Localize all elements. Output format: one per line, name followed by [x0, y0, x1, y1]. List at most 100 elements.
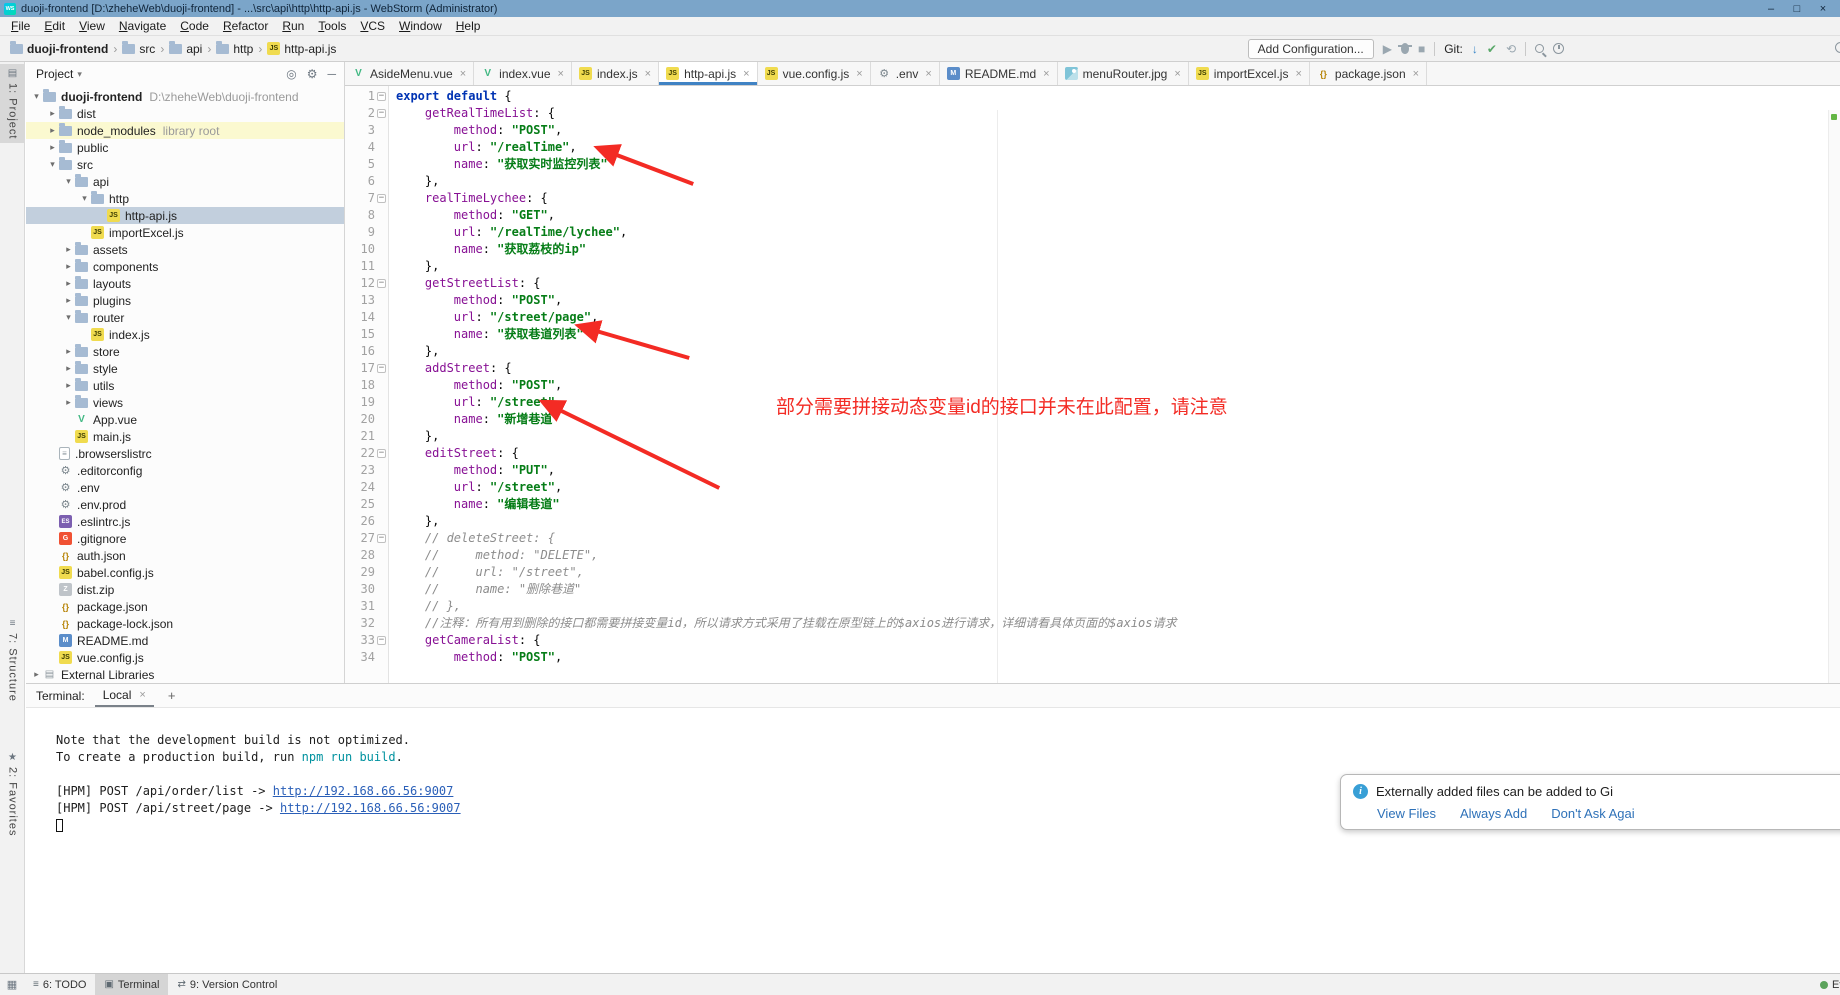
tree-item-duoji-frontend[interactable]: ▾duoji-frontendD:\zheheWeb\duoji-fronten…: [26, 88, 344, 105]
tool-button-project[interactable]: ▤ 1: Project: [0, 64, 25, 143]
chevron-expanded-icon[interactable]: ▾: [62, 312, 75, 323]
editor-body[interactable]: 1−2−34567−89101112−1314151617−1819202122…: [345, 86, 1840, 683]
tree-item-components[interactable]: ▸components: [26, 258, 344, 275]
breadcrumb-item-http[interactable]: http: [214, 42, 255, 56]
fold-marker[interactable]: −: [375, 449, 388, 458]
hide-panel-icon[interactable]: ─: [327, 67, 336, 81]
tab-close-icon[interactable]: ×: [925, 68, 931, 80]
tree-item-api[interactable]: ▾api: [26, 173, 344, 190]
tree-item-gitignore[interactable]: .gitignore: [26, 530, 344, 547]
new-terminal-session-button[interactable]: +: [164, 688, 180, 703]
tree-item-src[interactable]: ▾src: [26, 156, 344, 173]
menu-item-file[interactable]: File: [4, 18, 37, 34]
editor-tab-http-api-js[interactable]: http-api.js×: [659, 62, 757, 85]
locate-file-icon[interactable]: ◎: [286, 67, 296, 81]
fold-minus-icon[interactable]: −: [377, 534, 386, 543]
menu-item-help[interactable]: Help: [449, 18, 488, 34]
fold-marker[interactable]: −: [375, 92, 388, 101]
tree-item-layouts[interactable]: ▸layouts: [26, 275, 344, 292]
menu-item-refactor[interactable]: Refactor: [216, 18, 275, 34]
fold-minus-icon[interactable]: −: [377, 636, 386, 645]
tree-item-package-lock-json[interactable]: package-lock.json: [26, 615, 344, 632]
maximize-button[interactable]: □: [1784, 3, 1810, 15]
menu-item-tools[interactable]: Tools: [311, 18, 353, 34]
recent-files-icon[interactable]: [1553, 43, 1564, 54]
chevron-collapsed-icon[interactable]: ▸: [46, 108, 59, 119]
chevron-expanded-icon[interactable]: ▾: [30, 91, 43, 102]
editor-scroll-stripe[interactable]: [1828, 110, 1840, 683]
tree-item-package-json[interactable]: package.json: [26, 598, 344, 615]
menu-item-navigate[interactable]: Navigate: [112, 18, 173, 34]
editor-tab-vue-config-js[interactable]: vue.config.js×: [758, 62, 871, 85]
fold-marker[interactable]: −: [375, 109, 388, 118]
fold-minus-icon[interactable]: −: [377, 194, 386, 203]
tree-item-browserslistrc[interactable]: .browserslistrc: [26, 445, 344, 462]
tree-item-store[interactable]: ▸store: [26, 343, 344, 360]
editor-tab-readme-md[interactable]: README.md×: [940, 62, 1058, 85]
git-commit-icon[interactable]: ✔: [1487, 43, 1497, 55]
editor-tab-importexcel-js[interactable]: importExcel.js×: [1189, 62, 1310, 85]
git-rollback-icon[interactable]: ⟲: [1506, 43, 1516, 55]
tab-close-icon[interactable]: ×: [1174, 68, 1180, 80]
notification-action-always-add[interactable]: Always Add: [1460, 806, 1527, 821]
chevron-collapsed-icon[interactable]: ▸: [62, 346, 75, 357]
chevron-expanded-icon[interactable]: ▾: [78, 193, 91, 204]
menu-item-run[interactable]: Run: [275, 18, 311, 34]
editor-tab-index-vue[interactable]: index.vue×: [474, 62, 572, 85]
settings-edge-icon[interactable]: [1835, 42, 1840, 53]
breadcrumb-item-api[interactable]: api: [167, 42, 204, 56]
run-icon[interactable]: ▶: [1383, 43, 1392, 55]
tab-close-icon[interactable]: ×: [1413, 68, 1419, 80]
editor-tab-env[interactable]: .env×: [871, 62, 940, 85]
tree-item-readme-md[interactable]: README.md: [26, 632, 344, 649]
chevron-collapsed-icon[interactable]: ▸: [46, 142, 59, 153]
minimize-button[interactable]: –: [1758, 3, 1784, 15]
fold-minus-icon[interactable]: −: [377, 109, 386, 118]
tree-item-external-libraries[interactable]: ▸External Libraries: [26, 666, 344, 683]
tab-close-icon[interactable]: ×: [1043, 68, 1049, 80]
tree-item-eslintrc-js[interactable]: .eslintrc.js: [26, 513, 344, 530]
status-item-terminal[interactable]: ▣Terminal: [95, 974, 168, 995]
status-item-6-todo[interactable]: ≡6: TODO: [24, 974, 95, 995]
tree-item-importexcel-js[interactable]: importExcel.js: [26, 224, 344, 241]
tree-item-editorconfig[interactable]: .editorconfig: [26, 462, 344, 479]
menu-item-window[interactable]: Window: [392, 18, 449, 34]
tree-item-assets[interactable]: ▸assets: [26, 241, 344, 258]
tree-item-style[interactable]: ▸style: [26, 360, 344, 377]
close-icon[interactable]: ×: [139, 689, 145, 701]
tree-item-dist-zip[interactable]: dist.zip: [26, 581, 344, 598]
chevron-collapsed-icon[interactable]: ▸: [62, 261, 75, 272]
stop-icon[interactable]: ■: [1418, 43, 1425, 55]
tab-close-icon[interactable]: ×: [645, 68, 651, 80]
fold-marker[interactable]: −: [375, 364, 388, 373]
tree-item-node-modules[interactable]: ▸node_moduleslibrary root: [26, 122, 344, 139]
tree-item-index-js[interactable]: index.js: [26, 326, 344, 343]
chevron-collapsed-icon[interactable]: ▸: [62, 295, 75, 306]
chevron-collapsed-icon[interactable]: ▸: [30, 669, 43, 680]
tool-windows-toggle-icon[interactable]: ▦: [0, 978, 24, 991]
search-everywhere-icon[interactable]: [1535, 44, 1544, 53]
chevron-expanded-icon[interactable]: ▾: [62, 176, 75, 187]
menu-item-code[interactable]: Code: [173, 18, 216, 34]
terminal-tab-local[interactable]: Local ×: [95, 685, 154, 707]
debug-icon[interactable]: [1401, 43, 1409, 54]
tree-item-main-js[interactable]: main.js: [26, 428, 344, 445]
editor-tab-asidemenu-vue[interactable]: AsideMenu.vue×: [345, 62, 474, 85]
project-panel-title[interactable]: Project: [36, 67, 73, 81]
tree-item-http-api-js[interactable]: http-api.js: [26, 207, 344, 224]
chevron-collapsed-icon[interactable]: ▸: [62, 380, 75, 391]
chevron-collapsed-icon[interactable]: ▸: [62, 397, 75, 408]
tree-item-auth-json[interactable]: auth.json: [26, 547, 344, 564]
fold-marker[interactable]: −: [375, 636, 388, 645]
tab-close-icon[interactable]: ×: [460, 68, 466, 80]
fold-minus-icon[interactable]: −: [377, 92, 386, 101]
tree-item-utils[interactable]: ▸utils: [26, 377, 344, 394]
tree-item-env-prod[interactable]: .env.prod: [26, 496, 344, 513]
menu-item-vcs[interactable]: VCS: [353, 18, 392, 34]
tree-item-http[interactable]: ▾http: [26, 190, 344, 207]
gear-icon[interactable]: ⚙: [307, 67, 318, 81]
editor-tab-menurouter-jpg[interactable]: menuRouter.jpg×: [1058, 62, 1189, 85]
tab-close-icon[interactable]: ×: [856, 68, 862, 80]
event-log-widget[interactable]: Ev: [1820, 979, 1840, 991]
fold-minus-icon[interactable]: −: [377, 449, 386, 458]
